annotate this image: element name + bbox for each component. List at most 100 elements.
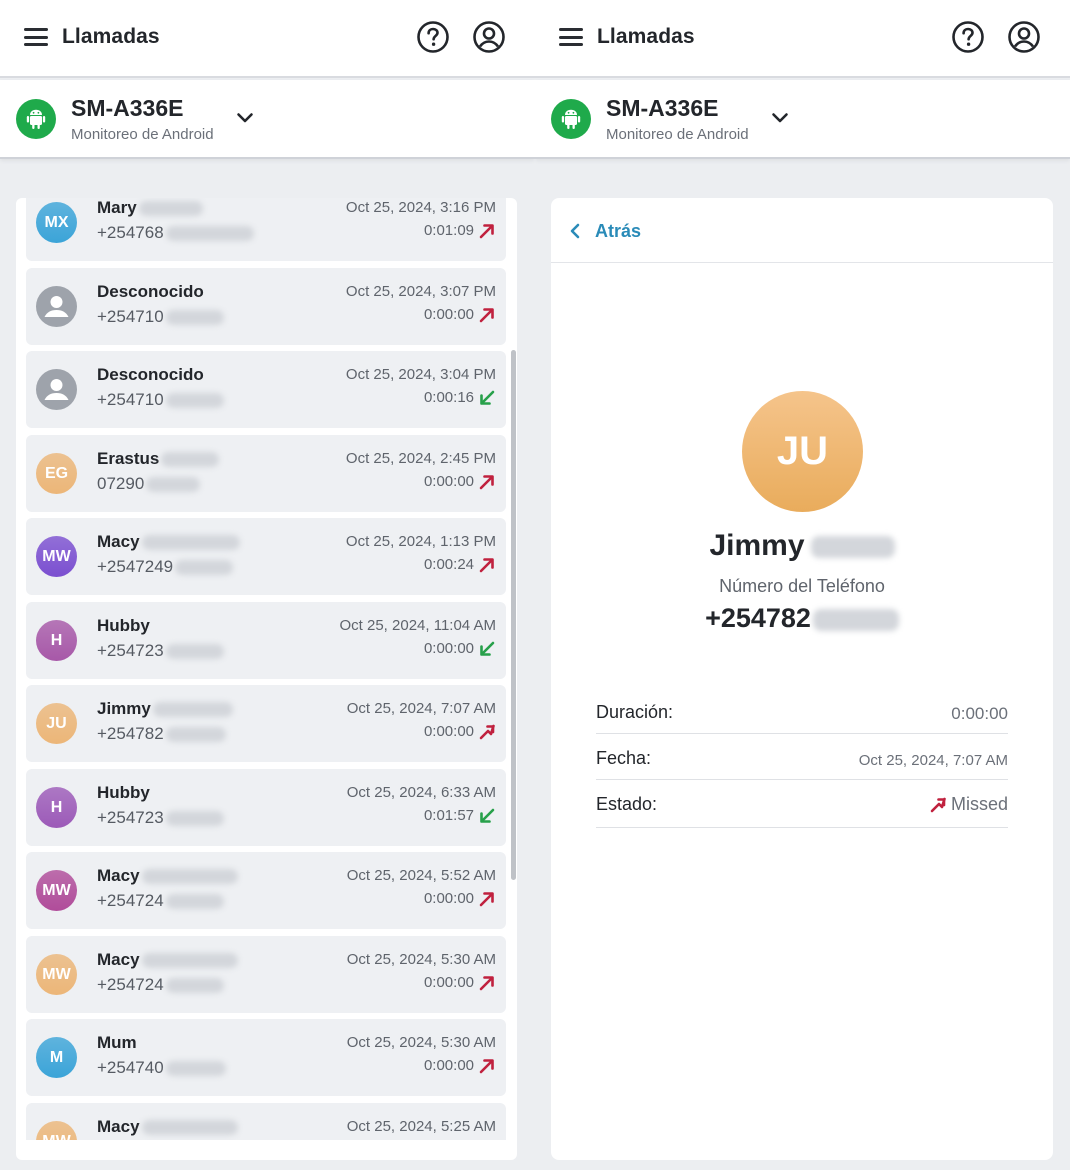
avatar: H: [36, 786, 77, 828]
menu-icon[interactable]: [559, 28, 583, 46]
status-label: Estado:: [596, 794, 658, 814]
duration-row: Duración: 0:00:00: [596, 688, 1008, 734]
contact-name: Macy: [97, 950, 238, 970]
outgoing-call-icon: [478, 306, 496, 324]
phone-number: +254710: [97, 307, 224, 327]
call-date: Oct 25, 2024, 6:33 AM: [346, 783, 496, 801]
contact-name: Desconocido: [97, 282, 204, 302]
redacted-text: [141, 1119, 238, 1135]
avatar: MW: [36, 953, 77, 995]
avatar: MW: [36, 870, 77, 911]
missed-call-icon: [478, 723, 496, 741]
redacted-text: [161, 451, 220, 467]
back-button[interactable]: Atrás: [569, 218, 641, 244]
call-list-item[interactable]: M Mum +254740 Oct 25, 2024, 5:30 AM 0:00:00: [26, 1019, 506, 1096]
device-selector[interactable]: SM-A336E Monitoreo de Android: [535, 80, 1070, 159]
redacted-text: [165, 643, 224, 659]
status-value: Missed: [929, 794, 1008, 815]
status-row: Estado: Missed: [596, 780, 1008, 828]
redacted-text: [165, 727, 226, 743]
contact-name-text: Hubby: [97, 615, 150, 635]
redacted-text: [810, 536, 895, 559]
call-duration: 0:00:00: [423, 973, 474, 991]
avatar: JU: [36, 703, 77, 744]
call-list-item[interactable]: H Hubby +254723 Oct 25, 2024, 6:33 AM 0:01:5…: [26, 768, 506, 846]
call-duration: 0:00:00: [423, 1057, 474, 1074]
outgoing-call-icon: [478, 890, 496, 908]
call-list-item[interactable]: JU Jimmy +254782 Oct 25, 2024, 7:07 AM 0:00:…: [26, 685, 506, 762]
redacted-text: [138, 201, 203, 217]
phone-number: +254782: [551, 603, 1053, 634]
contact-name: Macy: [97, 532, 240, 552]
chevron-down-icon[interactable]: [771, 111, 789, 125]
phone-number: 07290: [97, 474, 201, 494]
contact-name-text: Hubby: [97, 782, 150, 802]
contact-name-text: Mum: [97, 1033, 137, 1052]
call-date: Oct 25, 2024, 2:45 PM: [345, 449, 496, 467]
date-value: Oct 25, 2024, 7:07 AM: [858, 752, 1008, 769]
phone-number-text: +254782: [97, 724, 164, 743]
call-list-item[interactable]: EG Erastus 07290 Oct 25, 2024, 2:45 PM 0:00:…: [26, 434, 506, 512]
call-list-item[interactable]: MX Mary +254768 Oct 25, 2024, 3:16 PM 0:01:0…: [26, 198, 506, 261]
phone-number: +254782: [97, 724, 226, 744]
calls-list-pane: Llamadas SM-A336E Monitoreo de Android M…: [0, 0, 535, 1170]
redacted-text: [165, 810, 224, 826]
phone-number: +254723: [97, 808, 224, 828]
call-date: Oct 25, 2024, 3:16 PM: [345, 199, 496, 216]
call-duration: 0:00:00: [423, 723, 474, 740]
avatar: MW: [36, 536, 77, 577]
account-icon[interactable]: [472, 20, 506, 54]
account-icon[interactable]: [1007, 20, 1041, 54]
call-list-item[interactable]: Desconocido +254710 Oct 25, 2024, 3:07 PM 0…: [26, 267, 506, 345]
device-subtitle: Monitoreo de Android: [606, 126, 749, 143]
contact-name-text: Mary: [97, 198, 137, 217]
phone-number-text: +2547249: [97, 557, 174, 576]
call-duration: 0:01:09: [423, 222, 474, 239]
call-list-item[interactable]: MW Macy +2547249 Oct 25, 2024, 1:13 PM 0:00:…: [26, 518, 506, 595]
call-list-item[interactable]: MW Macy +254724 Oct 25, 2024, 5:30 AM 0:00:0…: [26, 935, 506, 1013]
outgoing-call-icon: [478, 473, 496, 491]
avatar: MW: [36, 1120, 77, 1140]
page-title: Llamadas: [62, 25, 160, 48]
device-selector[interactable]: SM-A336E Monitoreo de Android: [0, 80, 535, 159]
help-icon[interactable]: [416, 20, 450, 54]
incoming-call-icon: [478, 640, 496, 658]
call-list-item[interactable]: H Hubby +254723 Oct 25, 2024, 11:04 AM 0:00:…: [26, 601, 506, 679]
contact-name-text: Macy: [97, 866, 140, 885]
call-duration: 0:00:00: [423, 639, 474, 657]
contact-name-text: Jimmy: [709, 529, 805, 562]
phone-number: +254768: [97, 223, 254, 243]
contact-name-text: Jimmy: [97, 699, 151, 718]
call-list-item[interactable]: Desconocido +254710 Oct 25, 2024, 3:04 PM 0…: [26, 351, 506, 428]
redacted-text: [165, 309, 224, 325]
call-list-item[interactable]: MW Macy Oct 25, 2024, 5:25 AM: [26, 1102, 506, 1140]
avatar: H: [36, 619, 77, 661]
back-bar: Atrás: [551, 198, 1053, 263]
outgoing-call-icon: [478, 222, 496, 240]
missed-call-icon: [930, 797, 946, 812]
contact-name: Mum: [97, 1033, 137, 1053]
scrollbar[interactable]: [511, 350, 516, 880]
call-date: Oct 25, 2024, 5:30 AM: [346, 950, 496, 968]
incoming-call-icon: [478, 389, 496, 407]
call-duration: 0:00:00: [423, 472, 474, 490]
call-date: Oct 25, 2024, 3:04 PM: [345, 366, 496, 383]
call-list-item[interactable]: MW Macy +254724 Oct 25, 2024, 5:52 AM 0:00:0…: [26, 852, 506, 929]
contact-name: Macy: [97, 1117, 238, 1137]
device-subtitle: Monitoreo de Android: [71, 126, 214, 143]
contact-name-text: Erastus: [97, 448, 160, 468]
redacted-text: [165, 1061, 226, 1077]
phone-number-text: +254768: [97, 223, 164, 242]
phone-number: +254723: [97, 641, 224, 661]
redacted-text: [165, 393, 224, 409]
menu-icon[interactable]: [24, 28, 48, 46]
call-date: Oct 25, 2024, 5:30 AM: [346, 1034, 496, 1051]
help-icon[interactable]: [951, 20, 985, 54]
call-date: Oct 25, 2024, 1:13 PM: [345, 533, 496, 550]
phone-number: +254724: [97, 891, 224, 911]
chevron-down-icon[interactable]: [236, 111, 254, 125]
unknown-contact-icon: [36, 369, 77, 410]
call-duration: 0:00:00: [423, 305, 474, 323]
device-name: SM-A336E: [606, 95, 719, 121]
contact-name-text: Desconocido: [97, 281, 204, 301]
